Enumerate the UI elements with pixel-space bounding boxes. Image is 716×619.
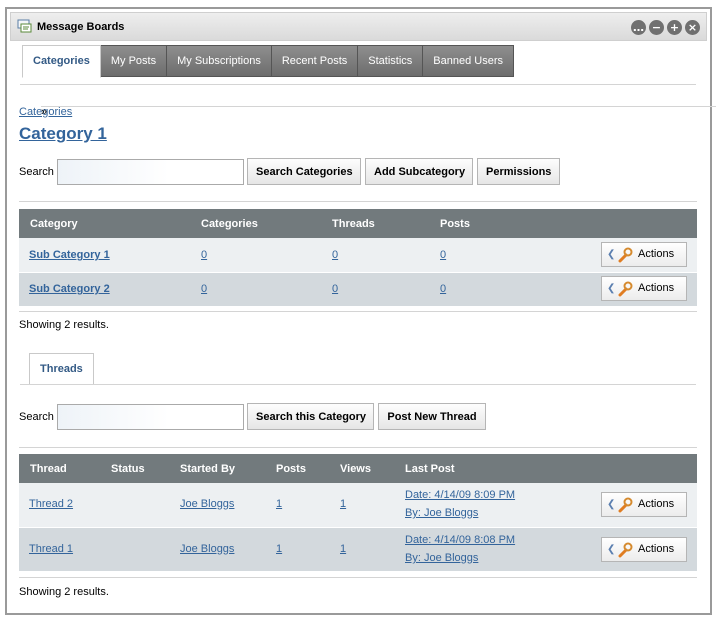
actions-label: Actions xyxy=(638,498,675,510)
wrench-icon xyxy=(618,281,633,297)
started-by-link[interactable]: Joe Bloggs xyxy=(180,498,234,510)
threads-count-link[interactable]: 0 xyxy=(332,249,338,261)
options-icon[interactable]: … xyxy=(631,20,646,35)
results-count: Showing 2 results. xyxy=(19,319,109,331)
started-by-link[interactable]: Joe Bloggs xyxy=(180,543,234,555)
posts-count-link[interactable]: 1 xyxy=(276,543,282,555)
col-last-post: Last Post xyxy=(405,463,455,475)
chevron-left-icon: ❮ xyxy=(607,499,616,510)
main-tabs: Categories My Posts My Subscriptions Rec… xyxy=(22,45,515,78)
table-row: Sub Category 2 0 0 0 ❮ Actions xyxy=(19,273,697,307)
col-views: Views xyxy=(340,463,371,475)
col-threads: Threads xyxy=(332,218,375,230)
chevron-left-icon: ❮ xyxy=(607,249,616,260)
tab-my-subscriptions[interactable]: My Subscriptions xyxy=(167,45,272,77)
actions-label: Actions xyxy=(638,282,675,294)
col-posts: Posts xyxy=(440,218,470,230)
results-count: Showing 2 results. xyxy=(19,586,109,598)
actions-button[interactable]: ❮ Actions xyxy=(601,492,687,517)
col-started-by: Started By xyxy=(180,463,236,475)
thread-link[interactable]: Thread 2 xyxy=(29,498,73,510)
minimize-icon[interactable]: − xyxy=(649,20,664,35)
divider xyxy=(19,311,697,312)
wrench-icon xyxy=(618,497,633,513)
last-post-by-link[interactable]: By: Joe Bloggs xyxy=(405,507,478,519)
search-label: Search xyxy=(19,411,54,423)
tab-divider xyxy=(20,84,696,85)
search-this-category-button[interactable]: Search this Category xyxy=(247,403,374,430)
categories-count-link[interactable]: 0 xyxy=(201,283,207,295)
portlet-title: Message Boards xyxy=(37,21,125,33)
tab-banned-users[interactable]: Banned Users xyxy=(423,45,515,77)
last-post-date-link[interactable]: Date: 4/14/09 8:08 PM xyxy=(405,534,515,546)
categories-count-link[interactable]: 0 xyxy=(201,249,207,261)
tab-statistics[interactable]: Statistics xyxy=(358,45,424,77)
posts-count-link[interactable]: 0 xyxy=(440,283,446,295)
category-link[interactable]: Sub Category 1 xyxy=(29,249,110,261)
category-link[interactable]: Sub Category 2 xyxy=(29,283,110,295)
chevron-left-icon: ❮ xyxy=(607,544,616,555)
views-count-link[interactable]: 1 xyxy=(340,498,346,510)
maximize-icon[interactable]: + xyxy=(667,20,682,35)
divider xyxy=(19,201,697,202)
search-input[interactable] xyxy=(57,159,244,185)
col-status: Status xyxy=(111,463,145,475)
wrench-icon xyxy=(618,247,633,263)
window-controls: … − + × xyxy=(631,20,700,35)
last-post-by-link[interactable]: By: Joe Bloggs xyxy=(405,552,478,564)
tab-threads[interactable]: Threads xyxy=(29,353,94,385)
views-count-link[interactable]: 1 xyxy=(340,543,346,555)
tab-my-posts[interactable]: My Posts xyxy=(100,45,168,77)
page-title[interactable]: Category 1 xyxy=(19,124,107,144)
col-categories: Categories xyxy=(201,218,258,230)
col-thread: Thread xyxy=(30,463,67,475)
actions-label: Actions xyxy=(638,248,675,260)
search-label: Search xyxy=(19,166,54,178)
threads-table: Thread Status Started By Posts Views Las… xyxy=(19,454,697,572)
col-posts: Posts xyxy=(276,463,306,475)
table-row: Thread 1 Joe Bloggs 1 1 Date: 4/14/09 8:… xyxy=(19,528,697,572)
permissions-button[interactable]: Permissions xyxy=(477,158,560,185)
breadcrumb: Categories» xyxy=(19,106,716,118)
last-post-date-link[interactable]: Date: 4/14/09 8:09 PM xyxy=(405,489,515,501)
divider xyxy=(19,577,697,578)
tab-recent-posts[interactable]: Recent Posts xyxy=(271,45,359,77)
close-icon[interactable]: × xyxy=(685,20,700,35)
table-row: Thread 2 Joe Bloggs 1 1 Date: 4/14/09 8:… xyxy=(19,483,697,528)
chevron-left-icon: ❮ xyxy=(607,283,616,294)
actions-button[interactable]: ❮ Actions xyxy=(601,537,687,562)
search-threads-input[interactable] xyxy=(57,404,244,430)
threads-count-link[interactable]: 0 xyxy=(332,283,338,295)
breadcrumb-separator: » xyxy=(41,106,716,118)
actions-label: Actions xyxy=(638,543,675,555)
actions-button[interactable]: ❮ Actions xyxy=(601,276,687,301)
portlet-titlebar: Message Boards … − + × xyxy=(10,12,707,41)
table-header: Thread Status Started By Posts Views Las… xyxy=(19,454,697,483)
wrench-icon xyxy=(618,542,633,558)
message-boards-icon xyxy=(17,19,32,33)
col-category: Category xyxy=(30,218,78,230)
posts-count-link[interactable]: 0 xyxy=(440,249,446,261)
tab-divider xyxy=(20,384,696,385)
categories-table: Category Categories Threads Posts Sub Ca… xyxy=(19,209,697,307)
post-new-thread-button[interactable]: Post New Thread xyxy=(378,403,486,430)
search-categories-button[interactable]: Search Categories xyxy=(247,158,361,185)
divider xyxy=(19,447,697,448)
actions-button[interactable]: ❮ Actions xyxy=(601,242,687,267)
thread-link[interactable]: Thread 1 xyxy=(29,543,73,555)
tab-categories[interactable]: Categories xyxy=(22,45,101,78)
posts-count-link[interactable]: 1 xyxy=(276,498,282,510)
table-row: Sub Category 1 0 0 0 ❮ Actions xyxy=(19,238,697,273)
table-header: Category Categories Threads Posts xyxy=(19,209,697,238)
add-subcategory-button[interactable]: Add Subcategory xyxy=(365,158,473,185)
